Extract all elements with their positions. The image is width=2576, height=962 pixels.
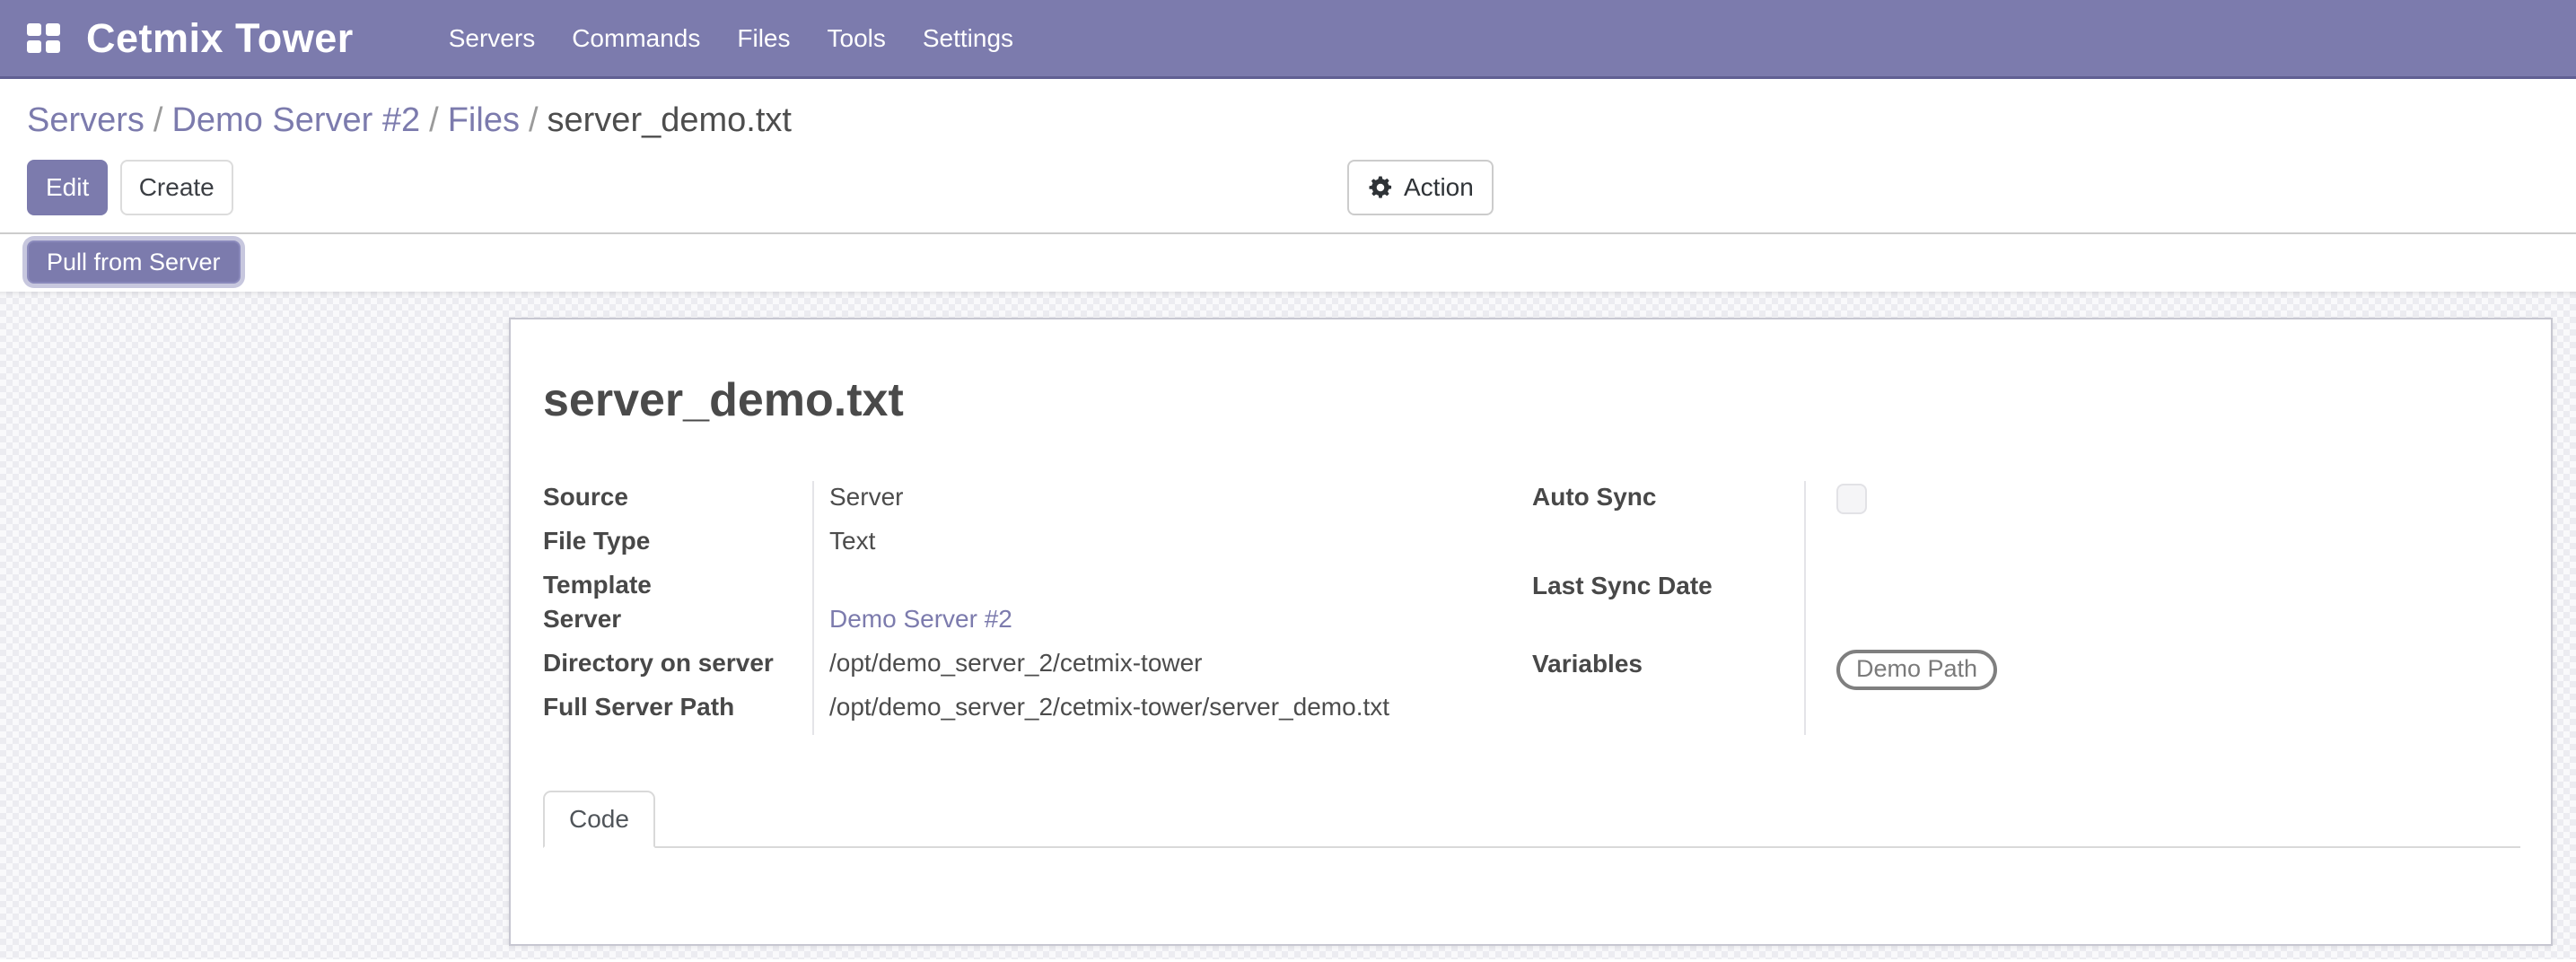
apps-grid-square <box>27 23 41 36</box>
record-actions-row: Pull from Server <box>0 234 2576 292</box>
create-button[interactable]: Create <box>120 160 233 215</box>
field-label-source: Source <box>543 481 814 525</box>
field-value-auto-sync <box>1806 481 2519 570</box>
field-value-template <box>814 569 1532 603</box>
record-title: server_demo.txt <box>543 375 2520 425</box>
breadcrumb-separator: / <box>420 101 448 139</box>
breadcrumb-current-record: server_demo.txt <box>548 101 792 139</box>
form-view-background: server_demo.txt Source Server File Type … <box>0 292 2576 959</box>
breadcrumb-demo-server-2[interactable]: Demo Server #2 <box>171 101 420 139</box>
field-label-server: Server <box>543 603 814 647</box>
menu-item-settings[interactable]: Settings <box>923 24 1013 53</box>
breadcrumb-servers[interactable]: Servers <box>27 101 145 139</box>
breadcrumb-separator: / <box>520 101 548 139</box>
field-group-right: Auto Sync Last Sync Date Variables Demo … <box>1532 481 2519 735</box>
tab-code[interactable]: Code <box>543 791 655 848</box>
field-value-server: Demo Server #2 <box>814 603 1532 647</box>
edit-button[interactable]: Edit <box>27 160 108 215</box>
field-value-file-type: Text <box>814 525 1532 569</box>
apps-grid-square <box>27 40 41 53</box>
breadcrumb-separator: / <box>145 101 172 139</box>
field-label-directory: Directory on server <box>543 647 814 691</box>
server-record-link[interactable]: Demo Server #2 <box>829 605 1012 633</box>
field-group-left: Source Server File Type Text Template Se… <box>543 481 1532 735</box>
field-value-source: Server <box>814 481 1532 525</box>
field-value-full-path: /opt/demo_server_2/cetmix-tower/server_d… <box>814 691 1532 735</box>
breadcrumb: Servers/Demo Server #2/Files/server_demo… <box>27 101 2576 140</box>
apps-grid-square <box>46 23 60 36</box>
action-button[interactable]: Action <box>1347 160 1494 215</box>
app-brand-title[interactable]: Cetmix Tower <box>86 15 354 62</box>
pull-from-server-button[interactable]: Pull from Server <box>27 240 241 284</box>
top-navbar: Cetmix Tower Servers Commands Files Tool… <box>0 0 2576 79</box>
form-sheet: server_demo.txt Source Server File Type … <box>509 318 2553 946</box>
action-button-label: Action <box>1404 173 1474 202</box>
field-label-template: Template <box>543 569 814 603</box>
control-panel: Servers/Demo Server #2/Files/server_demo… <box>0 79 2576 160</box>
menu-item-commands[interactable]: Commands <box>572 24 700 53</box>
field-value-variables: Demo Path <box>1806 648 2519 735</box>
field-label-last-sync-date: Last Sync Date <box>1532 570 1806 649</box>
field-label-variables: Variables <box>1532 648 1806 735</box>
auto-sync-checkbox[interactable] <box>1836 484 1867 514</box>
field-value-directory: /opt/demo_server_2/cetmix-tower <box>814 647 1532 691</box>
gear-icon <box>1367 174 1394 201</box>
breadcrumb-files[interactable]: Files <box>448 101 520 139</box>
field-label-file-type: File Type <box>543 525 814 569</box>
menu-item-files[interactable]: Files <box>737 24 790 53</box>
field-label-auto-sync: Auto Sync <box>1532 481 1806 570</box>
field-label-full-path: Full Server Path <box>543 691 814 735</box>
menu-item-servers[interactable]: Servers <box>449 24 535 53</box>
apps-grid-icon[interactable] <box>27 23 61 54</box>
menu-item-tools[interactable]: Tools <box>828 24 886 53</box>
field-groups: Source Server File Type Text Template Se… <box>543 481 2520 735</box>
main-menu: Servers Commands Files Tools Settings <box>449 24 1013 53</box>
button-row: Edit Create Action <box>0 160 2576 215</box>
notebook-tab-bar: Code <box>543 791 2520 848</box>
variable-tag-demo-path: Demo Path <box>1836 650 1997 690</box>
apps-grid-square <box>46 40 60 53</box>
field-value-last-sync-date <box>1806 570 2519 649</box>
